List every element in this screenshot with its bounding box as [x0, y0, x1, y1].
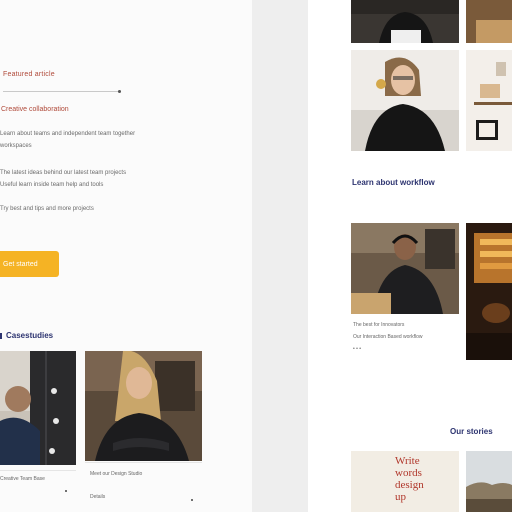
right-panel: Learn about workflow The best for Innova…	[308, 0, 512, 512]
gallery-image-top-2[interactable]	[466, 0, 512, 43]
card-more-dot	[65, 490, 67, 492]
photo-interior	[466, 0, 512, 43]
body-text-line: The latest ideas behind our latest team …	[0, 170, 127, 176]
gallery-image-top-1[interactable]	[351, 0, 459, 43]
get-started-button[interactable]: Get started	[0, 251, 59, 277]
case-card-image-2[interactable]	[85, 351, 202, 461]
photo-person-laptop	[351, 0, 459, 43]
workflow-card-caption[interactable]: The best for Innovators	[353, 322, 404, 328]
card-more-dot	[191, 499, 193, 501]
card-divider	[85, 462, 202, 463]
gallery-image-shelves[interactable]	[466, 50, 512, 151]
workflow-card-caption[interactable]: Our Interaction Based workflow	[353, 334, 422, 340]
workflow-card-caption-dots: • • •	[353, 346, 362, 352]
photo-person-headset	[0, 351, 76, 465]
case-card-caption[interactable]: Meet our Design Studio	[90, 471, 142, 477]
photo-landscape	[466, 451, 512, 512]
eyebrow-rule	[3, 91, 121, 92]
case-card-detail[interactable]: Details	[90, 494, 105, 500]
gallery-image-landscape[interactable]	[466, 451, 512, 512]
gallery-image-man-headset[interactable]	[351, 223, 459, 314]
photo-shelves	[466, 50, 512, 151]
section-title-stories: Our stories	[450, 427, 493, 436]
poster-text: Write words design up	[395, 455, 424, 503]
photo-woman-glasses	[351, 50, 459, 151]
section-title-casestudies: Casestudies	[0, 331, 53, 340]
body-text-line: Try best and tips and more projects	[0, 206, 94, 212]
section-title-workflow: Learn about workflow	[352, 178, 435, 187]
body-text-line: Learn about teams and independent team t…	[0, 131, 136, 137]
subheading: Creative collaboration	[1, 106, 69, 113]
gallery-image-woman-glasses[interactable]	[351, 50, 459, 151]
page: Featured article Creative collaboration …	[0, 0, 512, 512]
gallery-image-poster[interactable]: Write words design up	[351, 451, 459, 512]
case-card-image-1[interactable]	[0, 351, 76, 465]
section-marker-icon	[0, 332, 2, 339]
body-text-line: Useful learn inside team help and tools	[0, 182, 104, 188]
gallery-image-warm-lights[interactable]	[466, 223, 512, 360]
body-text-line: workspaces	[0, 143, 32, 149]
photo-woman-arms-crossed	[85, 351, 202, 461]
photo-warm-lights	[466, 223, 512, 360]
case-card-caption[interactable]: Creative Team Base	[0, 476, 45, 482]
eyebrow-label: Featured article	[3, 71, 55, 78]
left-panel: Featured article Creative collaboration …	[0, 0, 252, 512]
eyebrow-dot	[118, 90, 121, 93]
photo-man-headset	[351, 223, 459, 314]
card-divider	[0, 470, 76, 471]
section-title-text: Casestudies	[6, 331, 54, 340]
column-gutter	[252, 0, 308, 512]
